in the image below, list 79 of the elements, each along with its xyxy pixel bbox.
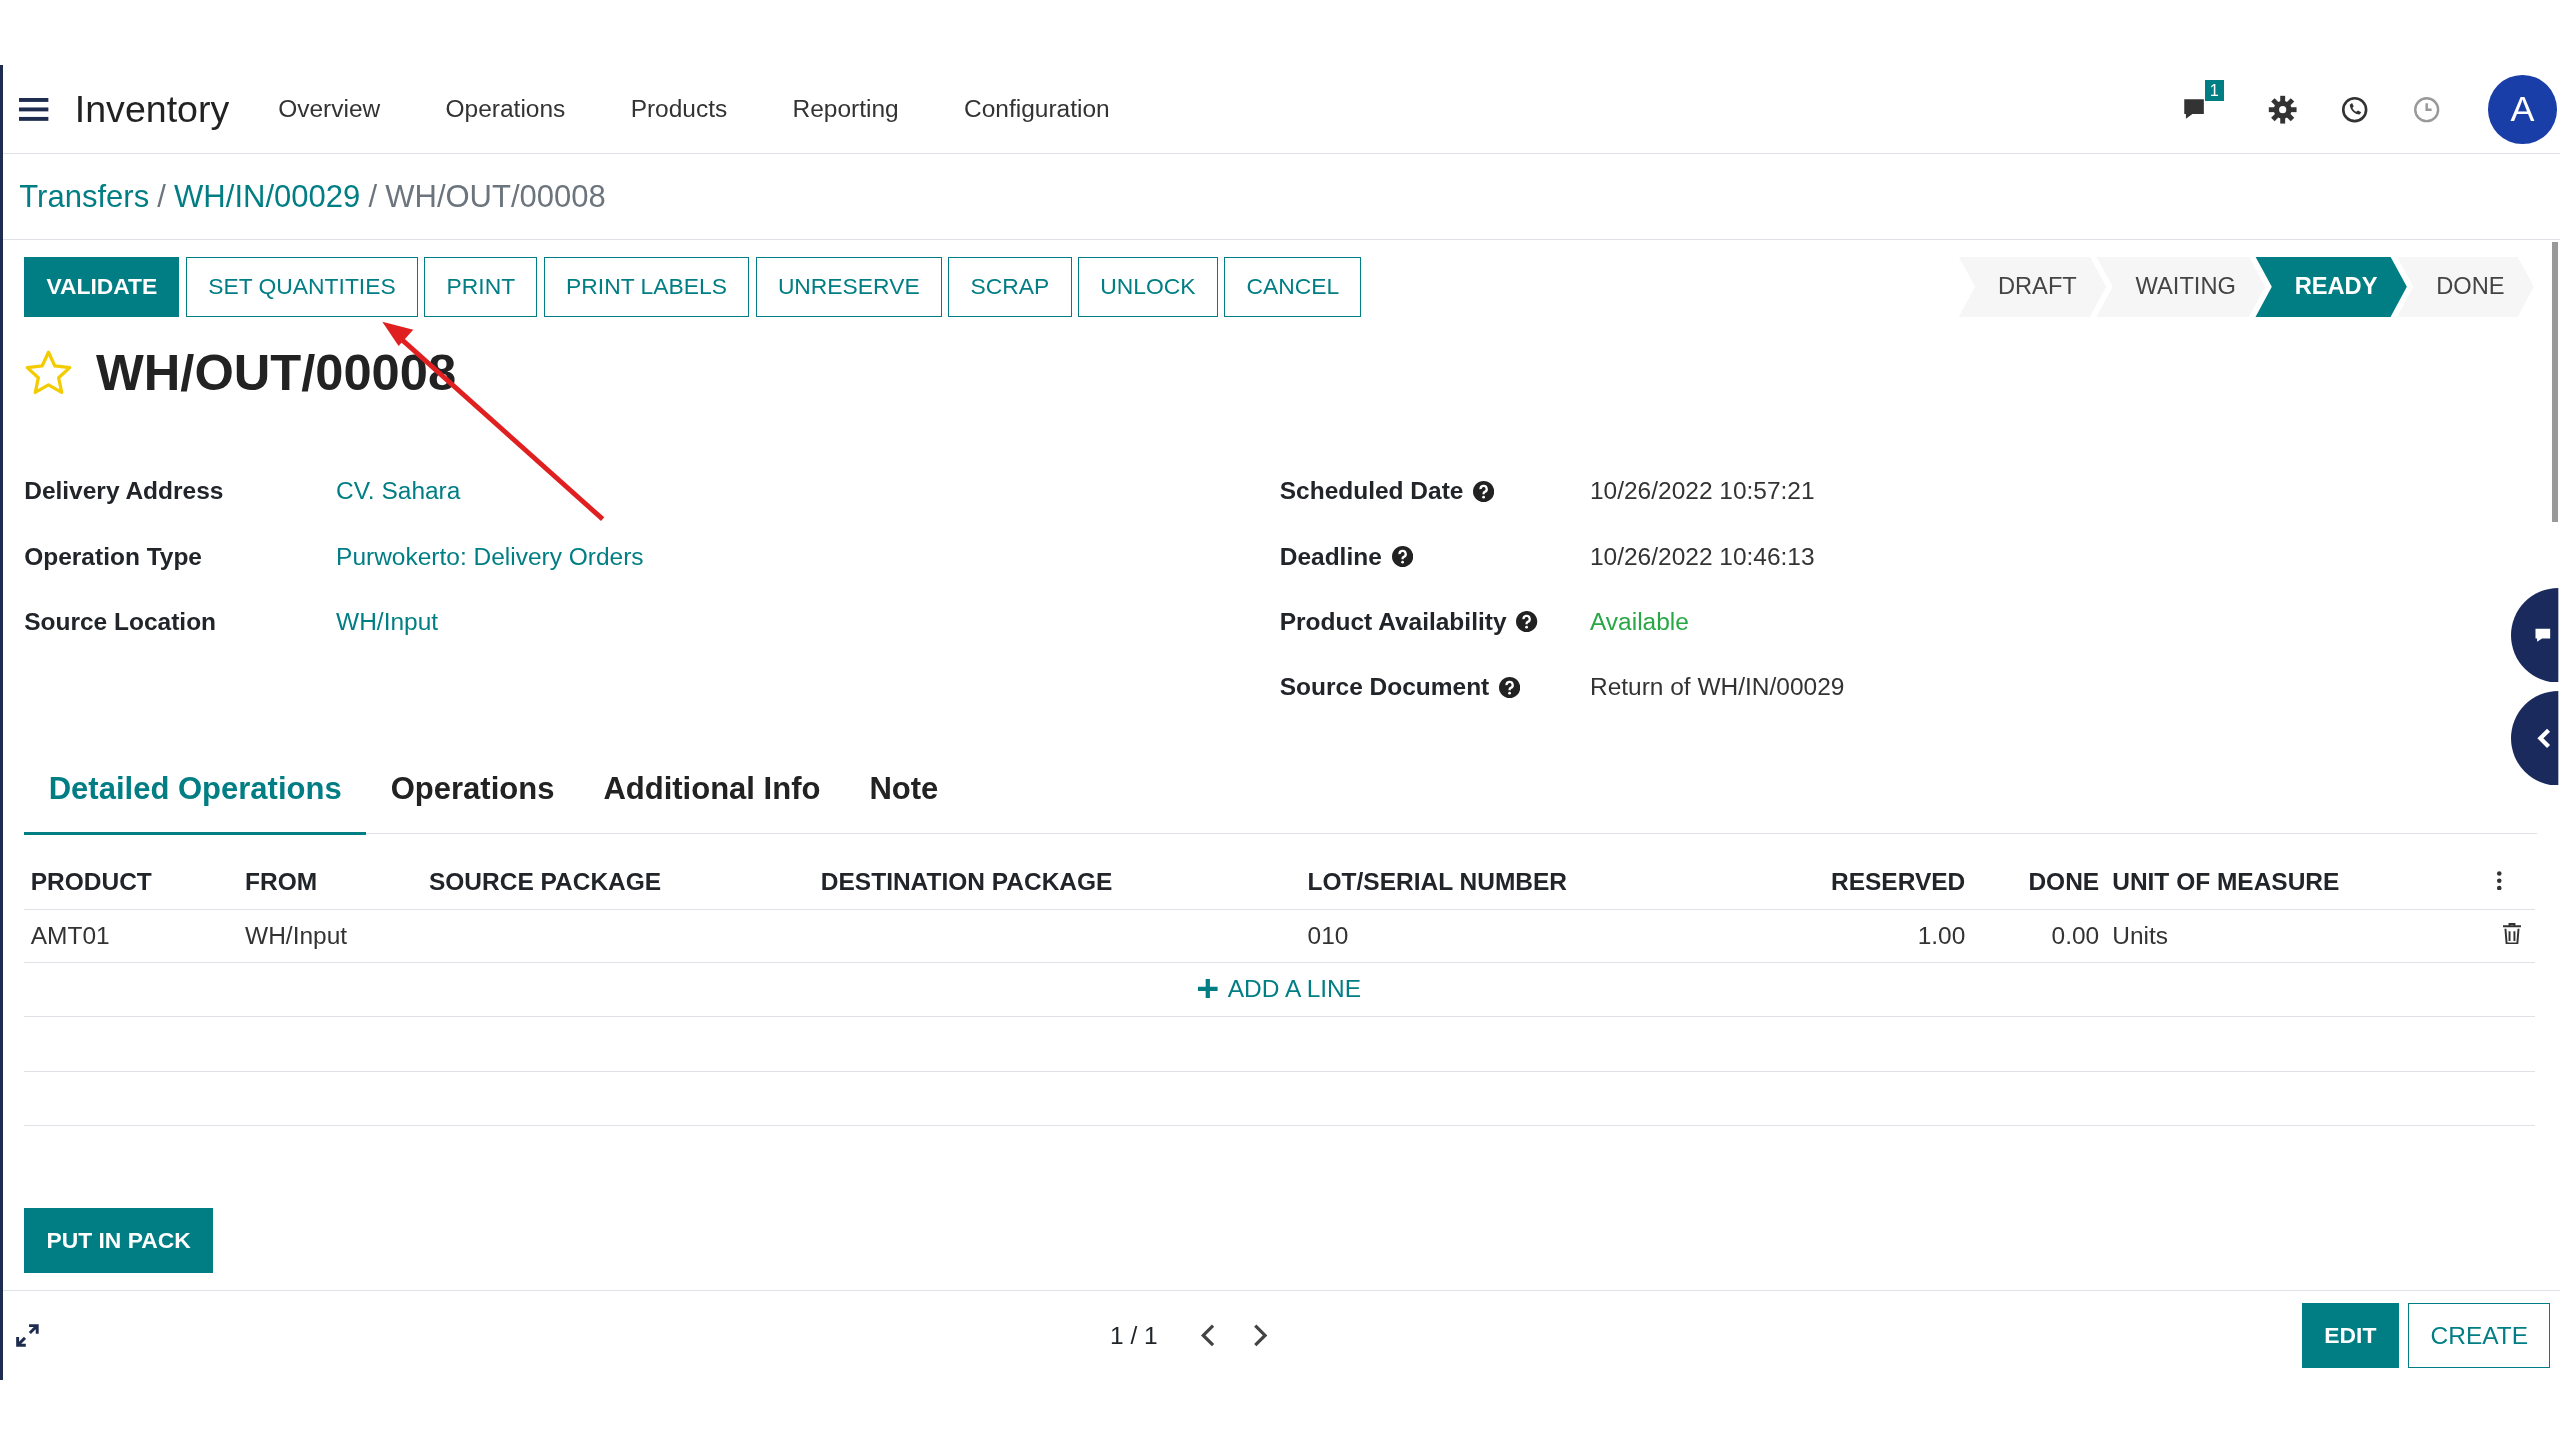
field-value: 10/26/2022 10:46:13 — [1589, 542, 1815, 571]
breadcrumb-link[interactable]: WH/IN/00029 — [174, 178, 361, 215]
menu-item[interactable]: Configuration — [964, 95, 1110, 124]
field-value[interactable]: WH/Input — [336, 607, 439, 636]
action-button[interactable]: SCRAP — [948, 256, 1072, 318]
expand-icon[interactable] — [16, 1324, 39, 1347]
phone-chat-icon[interactable] — [2339, 94, 2370, 125]
breadcrumb-separator: / — [368, 178, 378, 215]
notebook-tab[interactable]: Note — [844, 764, 963, 835]
field-value[interactable]: Purwokerto: Delivery Orders — [336, 542, 644, 571]
plus-icon — [1198, 978, 1218, 999]
breadcrumb-link[interactable]: Transfers — [19, 178, 150, 215]
field-label: Source Document — [1279, 673, 1490, 702]
column-header[interactable]: SOURCE PACKAGE — [422, 855, 815, 910]
menu-item[interactable]: Operations — [445, 95, 566, 124]
action-button[interactable]: CANCEL — [1224, 256, 1362, 318]
column-header[interactable]: UNIT OF MEASURE — [2105, 855, 2490, 910]
action-button[interactable]: UNRESERVE — [755, 256, 942, 318]
menu-item[interactable]: Products — [630, 95, 728, 124]
table-cell: 1.00 — [1917, 922, 1966, 950]
field-label: Scheduled Date — [1279, 477, 1464, 506]
table-cell: 010 — [1307, 922, 1349, 950]
collapse-arrow-icon[interactable] — [2511, 690, 2560, 786]
settings-icon[interactable] — [2267, 94, 2298, 125]
breadcrumb-separator: / — [157, 178, 166, 215]
favorite-star-icon[interactable] — [24, 349, 74, 397]
field-value: 10/26/2022 10:57:21 — [1589, 477, 1815, 506]
field-value[interactable]: CV. Sahara — [336, 477, 461, 506]
notebook-tab[interactable]: Additional Info — [578, 764, 845, 835]
breadcrumb-current-page: WH/OUT/00008 — [385, 178, 606, 215]
column-header[interactable]: LOT/SERIAL NUMBER — [1301, 855, 1737, 910]
help-icon[interactable] — [1473, 480, 1495, 502]
column-header[interactable]: FROM — [238, 855, 423, 910]
table-cell: WH/Input — [245, 922, 348, 950]
pager-counter: 1 / 1 — [1109, 1321, 1158, 1350]
table-cell: Units — [2112, 922, 2168, 950]
trash-icon[interactable] — [2503, 923, 2522, 945]
previous-icon[interactable] — [1200, 1324, 1217, 1347]
user-avatar[interactable]: A — [2488, 75, 2557, 144]
app-name[interactable]: Inventory — [74, 87, 230, 131]
clock-icon[interactable] — [2411, 94, 2441, 125]
status-stage[interactable]: DRAFT — [1958, 256, 2107, 318]
field-label: Deadline — [1279, 542, 1382, 571]
notebook-tab[interactable]: Operations — [366, 764, 579, 835]
message-count: 1 — [2204, 80, 2224, 102]
help-icon[interactable] — [1499, 676, 1521, 698]
help-icon[interactable] — [1391, 545, 1413, 568]
field-label: Operation Type — [24, 542, 203, 571]
column-header[interactable]: PRODUCT — [24, 855, 239, 910]
table-cell: AMT01 — [30, 922, 110, 950]
menu-item[interactable]: Reporting — [792, 95, 899, 124]
column-header[interactable]: DONE — [1971, 855, 2106, 910]
table-cell: 0.00 — [2051, 922, 2100, 950]
footer-button[interactable]: CREATE — [2408, 1302, 2551, 1369]
next-icon[interactable] — [1252, 1324, 1269, 1347]
action-button[interactable]: UNLOCK — [1078, 256, 1218, 318]
chat-bubble-icon[interactable] — [2511, 587, 2560, 683]
field-value: Return of WH/IN/00029 — [1589, 673, 1845, 702]
column-options-icon[interactable] — [2496, 870, 2503, 891]
help-icon[interactable] — [1516, 611, 1538, 633]
status-stage[interactable]: READY — [2255, 256, 2407, 318]
field-label: Product Availability — [1279, 607, 1507, 636]
notebook-tab[interactable]: Detailed Operations — [24, 764, 367, 835]
footer-button[interactable]: EDIT — [2302, 1302, 2399, 1369]
menu-item[interactable]: Overview — [278, 95, 381, 124]
menu-icon[interactable] — [19, 97, 49, 121]
status-stage[interactable]: WAITING — [2096, 256, 2266, 318]
action-button[interactable]: VALIDATE — [24, 256, 180, 318]
column-header[interactable]: DESTINATION PACKAGE — [814, 855, 1302, 910]
field-label: Delivery Address — [24, 477, 225, 506]
put-in-pack-button[interactable]: PUT IN PACK — [24, 1208, 213, 1274]
column-header[interactable]: RESERVED — [1736, 855, 1972, 910]
field-label: Source Location — [24, 607, 218, 636]
action-button[interactable]: SET QUANTITIES — [186, 256, 418, 318]
status-stage[interactable]: DONE — [2397, 256, 2534, 318]
action-button[interactable]: PRINT — [424, 256, 538, 318]
add-line-link[interactable]: ADD A LINE — [1198, 974, 1362, 1003]
action-button[interactable]: PRINT LABELS — [543, 256, 750, 318]
field-value: Available — [1589, 607, 1689, 636]
